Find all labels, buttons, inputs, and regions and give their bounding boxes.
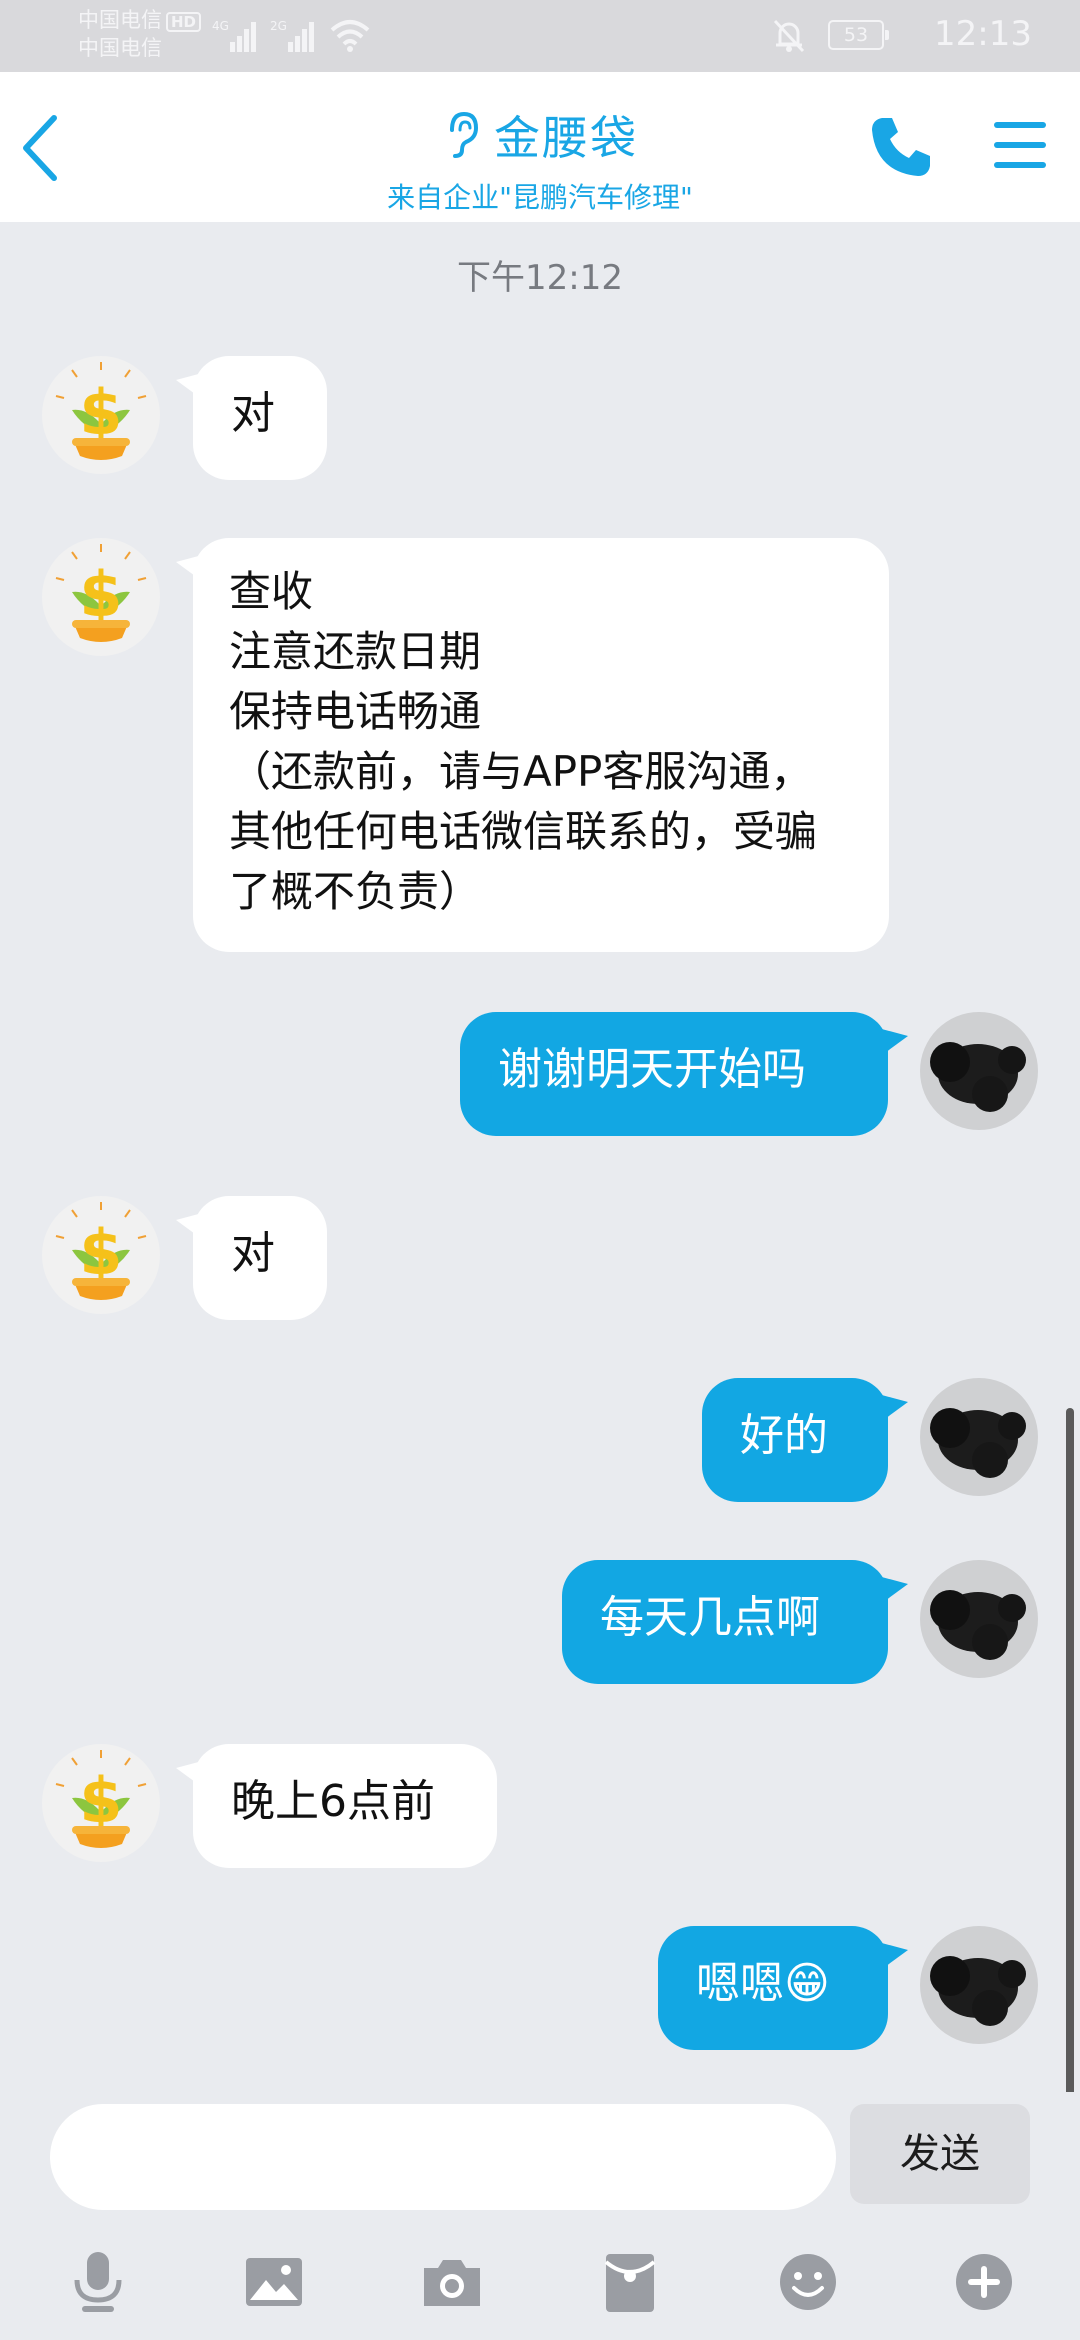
message-bubble-incoming[interactable]: 对: [193, 356, 327, 480]
battery-indicator: 53: [828, 20, 889, 50]
signal-icon: 4G: [212, 19, 256, 52]
red-packet-icon[interactable]: [594, 2246, 666, 2318]
bot-avatar[interactable]: $: [42, 538, 160, 656]
bot-avatar[interactable]: $: [42, 356, 160, 474]
user-avatar[interactable]: [920, 1378, 1038, 1496]
dog-avatar-icon: [930, 1042, 1026, 1112]
dog-avatar-icon: [930, 1590, 1026, 1660]
carrier-1: 中国电信: [78, 8, 162, 32]
dog-avatar-icon: [930, 1956, 1026, 2026]
carrier-info: 中国电信 HD 中国电信: [78, 6, 202, 62]
user-avatar[interactable]: [920, 1926, 1038, 2044]
dog-avatar-icon: [930, 1408, 1026, 1478]
message-bubble-outgoing[interactable]: 嗯嗯😁: [658, 1926, 888, 2050]
chat-subtitle: 来自企业"昆鹏汽车修理": [387, 181, 693, 214]
status-time: 12:13: [934, 14, 1032, 54]
message-bubble-incoming[interactable]: 查收 注意还款日期 保持电话畅通 （还款前，请与APP客服沟通，其他任何电话微信…: [193, 538, 889, 952]
money-plant-icon: $: [55, 1202, 147, 1300]
svg-text:2G: 2G: [270, 19, 287, 33]
message-bubble-incoming[interactable]: 对: [193, 1196, 327, 1320]
message-input[interactable]: [50, 2104, 836, 2210]
chat-title: 金腰袋: [494, 111, 638, 165]
mic-icon[interactable]: [62, 2246, 134, 2318]
bot-avatar[interactable]: $: [42, 1744, 160, 1862]
message-bubble-outgoing[interactable]: 每天几点啊: [562, 1560, 888, 1684]
user-avatar[interactable]: [920, 1012, 1038, 1130]
message-timestamp: 下午12:12: [457, 258, 623, 298]
wifi-icon: [330, 20, 370, 52]
user-avatar[interactable]: [920, 1560, 1038, 1678]
signal-icon-2: 2G: [270, 19, 314, 52]
svg-text:4G: 4G: [212, 19, 229, 33]
emoji-icon[interactable]: [772, 2246, 844, 2318]
message-bubble-outgoing[interactable]: 谢谢明天开始吗: [460, 1012, 888, 1136]
hd-badge: HD: [166, 12, 202, 32]
money-plant-icon: $: [55, 362, 147, 460]
camera-icon[interactable]: [416, 2246, 488, 2318]
money-plant-icon: $: [55, 1750, 147, 1848]
image-icon[interactable]: [238, 2246, 310, 2318]
ear-icon[interactable]: [442, 110, 482, 160]
message-bubble-outgoing[interactable]: 好的: [702, 1378, 888, 1502]
plus-icon[interactable]: [948, 2246, 1020, 2318]
status-bar: 中国电信 HD 中国电信 4G 2G 53 12:13: [0, 0, 1080, 72]
send-button[interactable]: 发送: [850, 2104, 1030, 2204]
input-bar: 发送: [0, 2092, 1080, 2340]
menu-icon[interactable]: [992, 118, 1048, 172]
chat-area[interactable]: 下午12:12 $ 对 $ 查收 注意还款日期 保持电话畅通 （还款前，请与AP…: [0, 222, 1080, 2298]
phone-icon[interactable]: [866, 112, 936, 182]
bot-avatar[interactable]: $: [42, 1196, 160, 1314]
chat-header: 金腰袋 来自企业"昆鹏汽车修理": [0, 72, 1080, 222]
message-bubble-incoming[interactable]: 晚上6点前: [193, 1744, 497, 1868]
mute-bell-icon: [773, 19, 805, 53]
money-plant-icon: $: [55, 544, 147, 642]
carrier-2: 中国电信: [78, 36, 162, 60]
